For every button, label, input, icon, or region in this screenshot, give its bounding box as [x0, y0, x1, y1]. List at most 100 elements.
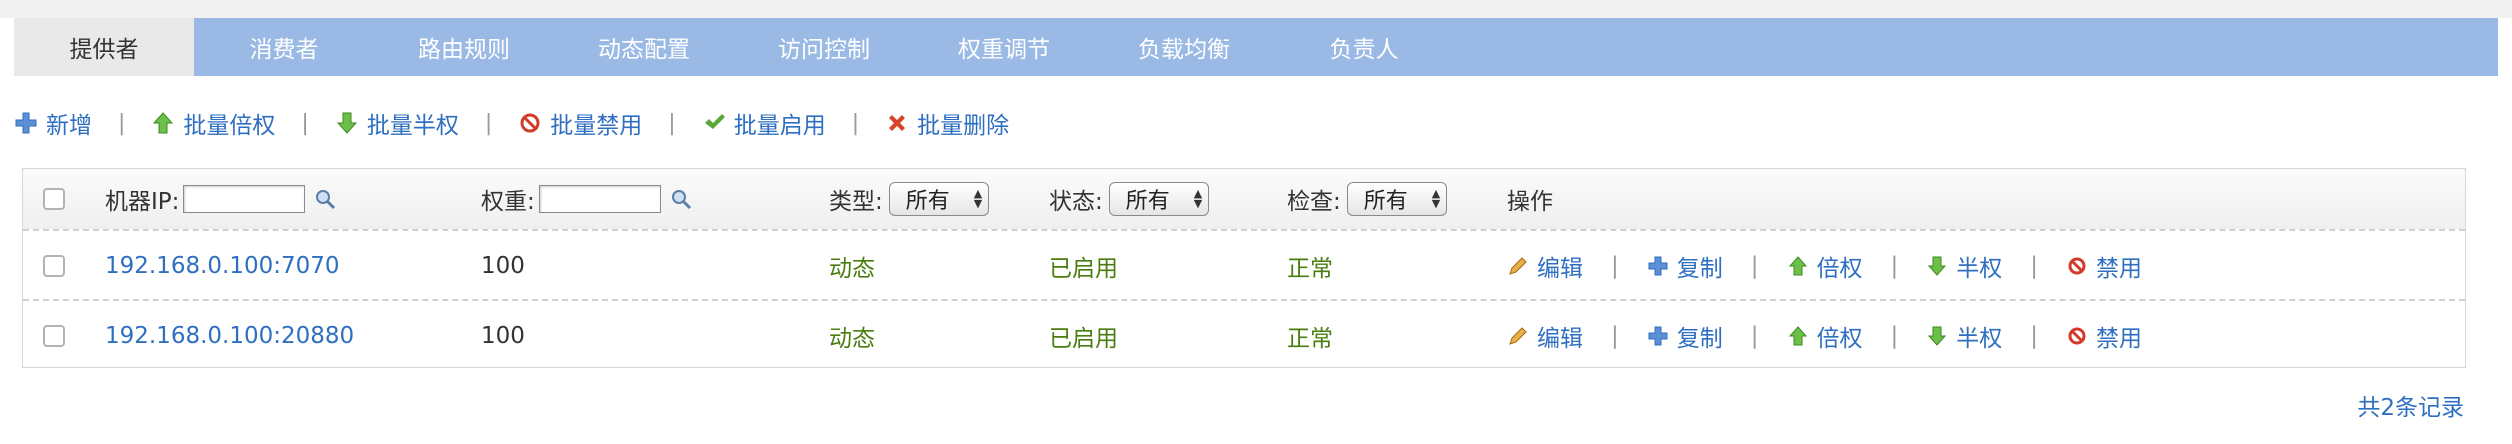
separator: | — [118, 110, 126, 136]
tab-access-control[interactable]: 访问控制 — [734, 18, 914, 76]
plus-icon — [1647, 255, 1669, 277]
tab-bar: 提供者 消费者 路由规则 动态配置 访问控制 权重调节 负载均衡 负责人 — [14, 18, 2498, 76]
row-actions: 编辑 | 复制 | 倍权 | 半权 | 禁用 — [1507, 301, 2142, 371]
tab-routing-rules[interactable]: 路由规则 — [374, 18, 554, 76]
batch-delete-label: 批量删除 — [917, 113, 1010, 139]
batch-enable-label: 批量启用 — [733, 113, 826, 139]
disable-label: 禁用 — [2096, 256, 2142, 282]
weight-filter-input[interactable] — [538, 185, 661, 213]
arrow-up-icon — [1787, 255, 1809, 277]
arrow-down-icon — [1926, 255, 1948, 277]
copy-label: 复制 — [1676, 256, 1723, 282]
batch-enable-button[interactable]: 批量启用 — [702, 106, 826, 140]
toolbar: 新增 | 批量倍权 | 批量半权 | 批量禁用 | 批量启用 | 批量删除 — [14, 103, 1009, 143]
status-select[interactable]: 所有 ▲ ▼ — [1108, 182, 1210, 216]
providers-table: 机器IP: 权重: 类型: 所有 ▲ ▼ 状态: 所有 ▲ ▼ 检查: 所有 ▲… — [22, 168, 2466, 368]
select-arrows-icon: ▲ ▼ — [973, 187, 983, 210]
row-weight: 100 — [481, 253, 525, 279]
type-select[interactable]: 所有 ▲ ▼ — [888, 182, 990, 216]
edit-button[interactable]: 编辑 — [1507, 249, 1583, 283]
row-check: 正常 — [1287, 326, 1333, 352]
ip-filter-input[interactable] — [183, 185, 306, 213]
batch-half-button[interactable]: 批量半权 — [335, 106, 459, 140]
separator: | — [1750, 253, 1759, 279]
separator: | — [2030, 323, 2038, 349]
tab-providers[interactable]: 提供者 — [14, 18, 194, 76]
row-select-cell — [43, 231, 65, 301]
check-select-value: 所有 — [1363, 189, 1408, 214]
check-select[interactable]: 所有 ▲ ▼ — [1346, 182, 1448, 216]
double-weight-button[interactable]: 倍权 — [1787, 319, 1863, 353]
row-actions: 编辑 | 复制 | 倍权 | 半权 | 禁用 — [1507, 231, 2142, 301]
table-row: 192.168.0.100:7070 100 动态 已启用 正常 编辑 | 复制… — [23, 229, 2465, 301]
actions-header: 操作 — [1507, 189, 1553, 215]
half-weight-label: 半权 — [1956, 326, 2003, 352]
copy-button[interactable]: 复制 — [1647, 319, 1723, 353]
check-filter-cell: 检查: 所有 ▲ ▼ — [1287, 169, 1448, 229]
search-icon[interactable] — [313, 187, 337, 211]
batch-disable-button[interactable]: 批量禁用 — [518, 106, 642, 140]
separator: | — [1890, 323, 1899, 349]
prohibited-icon — [2066, 325, 2088, 347]
row-type: 动态 — [829, 326, 875, 352]
weight-filter-cell: 权重: — [481, 169, 693, 229]
prohibited-icon — [518, 111, 542, 135]
select-all-cell — [43, 169, 65, 229]
tab-load-balance[interactable]: 负载均衡 — [1094, 18, 1274, 76]
total-records: 共2条记录 — [2357, 395, 2464, 421]
copy-label: 复制 — [1676, 326, 1723, 352]
status-select-value: 所有 — [1125, 189, 1170, 214]
type-filter-cell: 类型: 所有 ▲ ▼ — [829, 169, 990, 229]
search-icon[interactable] — [669, 187, 693, 211]
row-checkbox[interactable] — [43, 255, 65, 277]
tab-weight-adjust[interactable]: 权重调节 — [914, 18, 1094, 76]
separator: | — [1890, 253, 1899, 279]
batch-double-button[interactable]: 批量倍权 — [151, 106, 275, 140]
copy-button[interactable]: 复制 — [1647, 249, 1723, 283]
select-arrows-icon: ▲ ▼ — [1431, 187, 1441, 210]
pencil-icon — [1507, 325, 1529, 347]
status-header-label: 状态: — [1049, 189, 1103, 215]
row-checkbox[interactable] — [43, 325, 65, 347]
batch-delete-button[interactable]: 批量删除 — [885, 106, 1009, 140]
select-all-checkbox[interactable] — [43, 188, 65, 210]
half-weight-button[interactable]: 半权 — [1926, 249, 2002, 283]
row-weight: 100 — [481, 323, 525, 349]
edit-label: 编辑 — [1537, 256, 1583, 282]
row-ip-link[interactable]: 192.168.0.100:7070 — [105, 231, 340, 301]
disable-label: 禁用 — [2096, 326, 2142, 352]
check-header-label: 检查: — [1287, 189, 1341, 215]
disable-button[interactable]: 禁用 — [2066, 249, 2142, 283]
tab-owners[interactable]: 负责人 — [1274, 18, 1454, 76]
select-arrows-icon: ▲ ▼ — [1193, 187, 1203, 210]
batch-disable-label: 批量禁用 — [550, 113, 643, 139]
cross-icon — [885, 111, 909, 135]
double-weight-label: 倍权 — [1816, 326, 1863, 352]
row-check: 正常 — [1287, 256, 1333, 282]
pencil-icon — [1507, 255, 1529, 277]
add-label: 新增 — [46, 113, 92, 139]
separator: | — [851, 110, 860, 136]
top-strip — [0, 0, 2512, 18]
disable-button[interactable]: 禁用 — [2066, 319, 2142, 353]
half-weight-button[interactable]: 半权 — [1926, 319, 2002, 353]
tab-dynamic-config[interactable]: 动态配置 — [554, 18, 734, 76]
row-select-cell — [43, 301, 65, 371]
arrow-up-icon — [151, 111, 175, 135]
batch-half-label: 批量半权 — [366, 113, 459, 139]
double-weight-button[interactable]: 倍权 — [1787, 249, 1863, 283]
tab-consumers[interactable]: 消费者 — [194, 18, 374, 76]
arrow-down-icon — [335, 111, 359, 135]
arrow-down-icon — [1926, 325, 1948, 347]
plus-icon — [1647, 325, 1669, 347]
separator: | — [301, 110, 309, 136]
half-weight-label: 半权 — [1956, 256, 2003, 282]
add-button[interactable]: 新增 — [14, 106, 92, 140]
row-status: 已启用 — [1049, 326, 1118, 352]
separator: | — [484, 110, 493, 136]
prohibited-icon — [2066, 255, 2088, 277]
row-ip-link[interactable]: 192.168.0.100:20880 — [105, 301, 354, 371]
edit-button[interactable]: 编辑 — [1507, 319, 1583, 353]
ip-header-label: 机器IP: — [105, 189, 180, 215]
separator: | — [1750, 323, 1759, 349]
